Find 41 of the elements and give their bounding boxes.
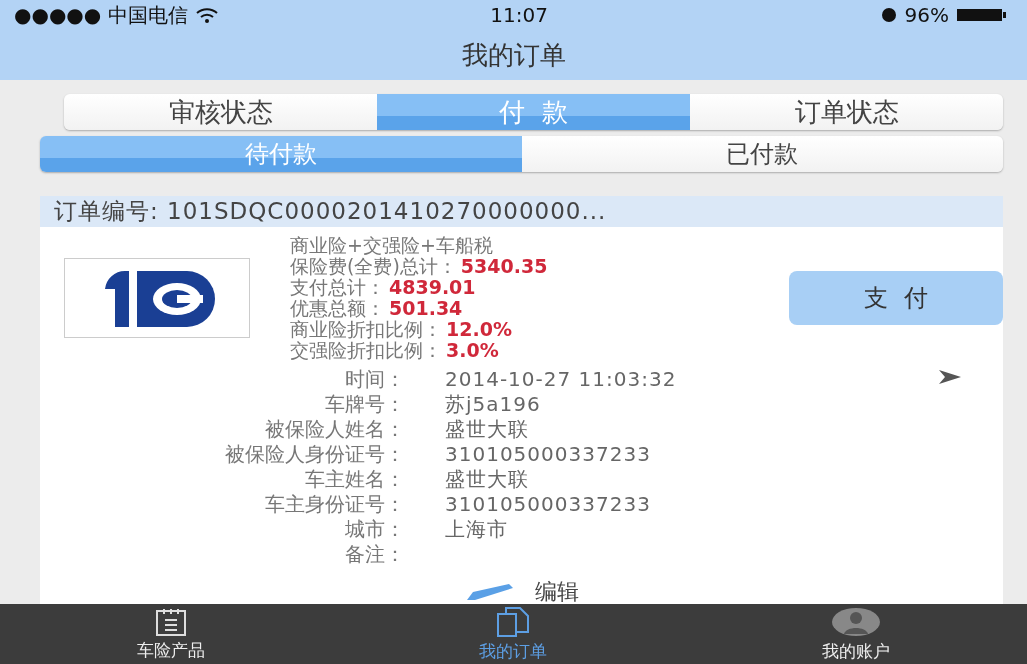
pencil-icon (464, 582, 515, 602)
detail-label: 车牌号： (324, 392, 405, 417)
detail-label: 时间： (344, 367, 405, 392)
detail-label: 车主身份证号： (264, 492, 405, 517)
summary-line: 商业险+交强险+车船税 (290, 235, 494, 256)
nav-title: 我的订单 (460, 38, 567, 72)
segment-tab[interactable]: 已付款 (521, 136, 1003, 172)
summary-line: 交强险折扣比例： 3.0% (290, 340, 500, 361)
summary-line: 支付总计： 4839.01 (290, 277, 477, 298)
carrier-label: ●●●●● 中国电信 (14, 1, 218, 29)
wifi-icon (195, 7, 218, 23)
detail-label: 车主姓名： (304, 467, 405, 492)
calendar-icon (154, 606, 189, 637)
detail-label: 被保险人身份证号： (224, 442, 405, 467)
summary-line: 保险费(全费)总计： 5340.35 (290, 256, 549, 277)
detail-label: 城市： (344, 517, 405, 542)
battery-percent: 96% (904, 3, 949, 27)
detail-value: 2014-10-27 11:03:32 (445, 367, 678, 392)
tab-bar-item[interactable]: 我的账户 (684, 604, 1027, 664)
detail-value: 盛世大联 (445, 467, 530, 492)
clock-time: 11:07 (490, 3, 548, 27)
alarm-icon (880, 7, 897, 23)
edit-button[interactable]: 编辑 (464, 573, 579, 607)
detail-value: 310105000337233 (445, 442, 652, 467)
detail-label: 被保险人姓名： (264, 417, 405, 442)
documents-icon (495, 605, 532, 638)
segment-tab[interactable]: 审核状态 (64, 94, 377, 130)
user-icon (829, 605, 882, 638)
detail-value: 上海市 (445, 517, 509, 542)
detail-value: 310105000337233 (445, 492, 652, 517)
summary-line: 商业险折扣比例： 12.0% (290, 319, 513, 340)
pay-button[interactable]: 支 付 (789, 271, 1003, 325)
segment-tab[interactable]: 订单状态 (690, 94, 1003, 130)
tab-bar-item[interactable]: 车险产品 (0, 604, 343, 664)
detail-label: 备注： (344, 542, 405, 567)
detail-value: 盛世大联 (445, 417, 530, 442)
summary-line: 优惠总额： 501.34 (290, 298, 464, 319)
battery-icon (957, 8, 1007, 22)
detail-value: 苏j5a196 (445, 392, 542, 417)
order-number: 订单编号: 101SDQC0000201410270000000... (40, 196, 1003, 227)
tab-bar-item[interactable]: 我的订单 (342, 604, 685, 664)
